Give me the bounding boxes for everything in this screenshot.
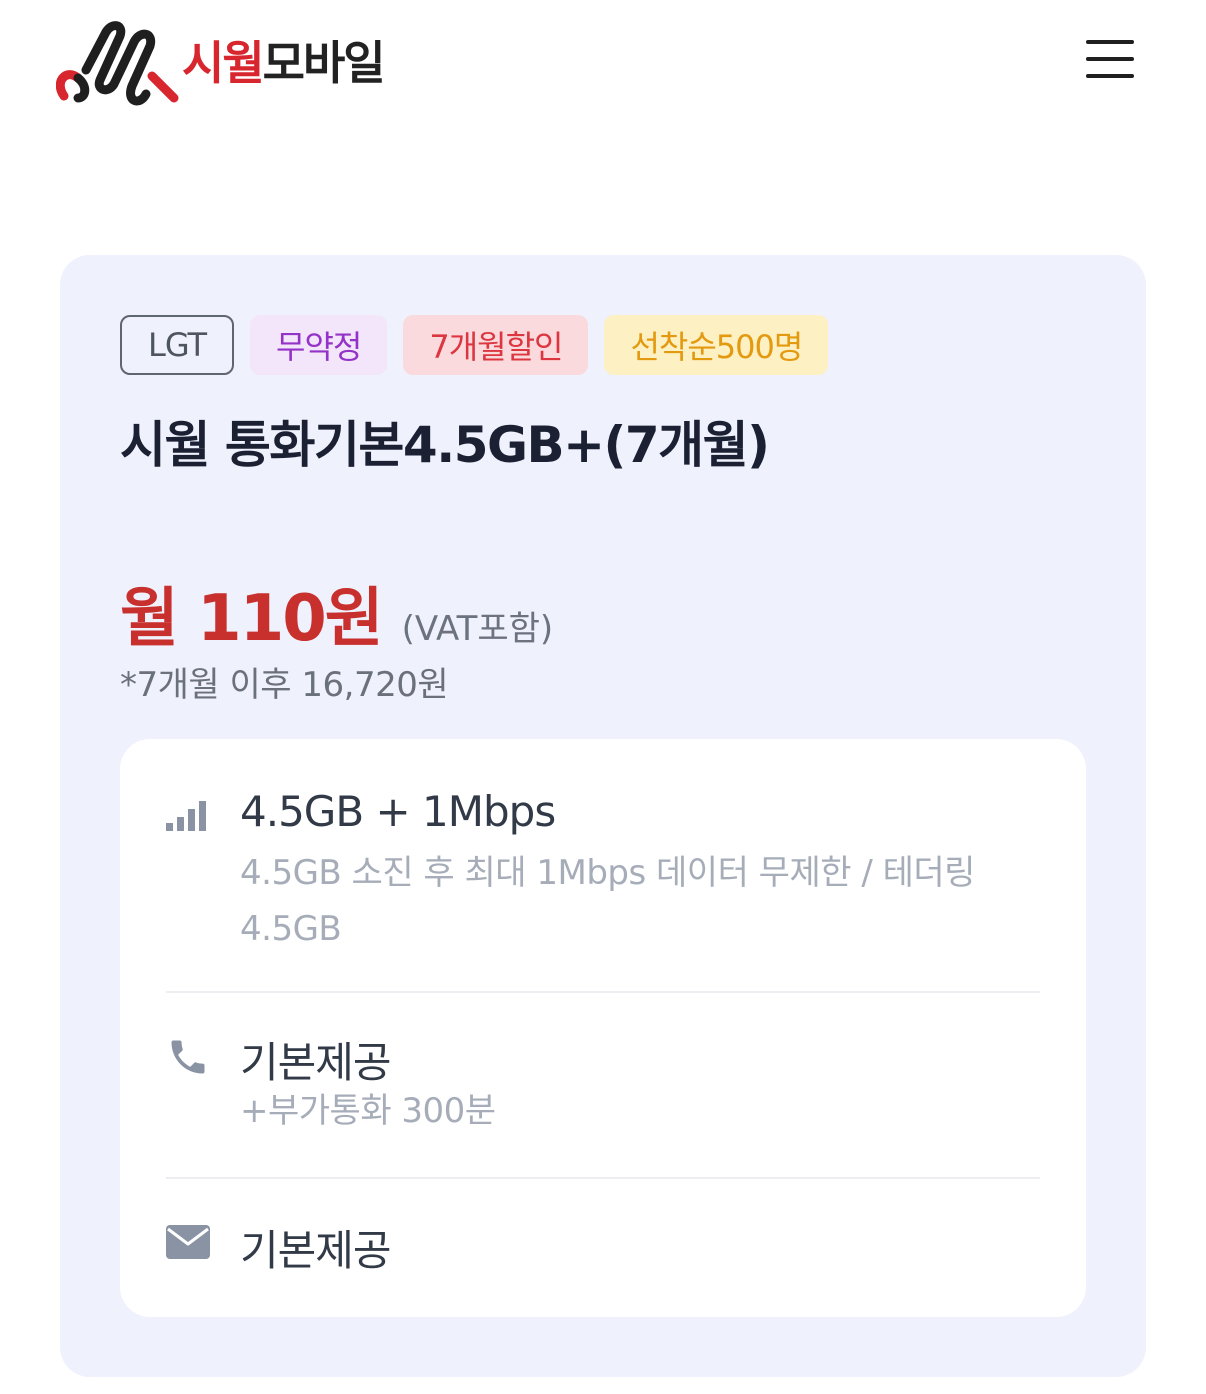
brand-name-dark: 모바일 — [262, 36, 386, 90]
after-price-note: *7개월 이후 16,720원 — [120, 665, 449, 705]
price-row: 월 110원 (VAT포함) — [120, 567, 553, 659]
envelope-icon — [166, 1225, 210, 1259]
brand-logo[interactable]: 시월모바일 — [56, 18, 386, 108]
feature-call: 기본제공 +부가통화 300분 — [166, 1029, 1040, 1149]
feature-call-title: 기본제공 — [240, 1038, 392, 1087]
menu-line — [1086, 57, 1134, 61]
tag-discount: 7개월할인 — [403, 315, 589, 375]
tag-first-come: 선착순500명 — [604, 315, 829, 375]
monthly-price: 월 110원 — [120, 582, 384, 656]
vat-note: (VAT포함) — [401, 609, 554, 649]
divider — [166, 991, 1040, 993]
feature-data: 4.5GB + 1Mbps 4.5GB 소진 후 최대 1Mbps 데이터 무제… — [166, 787, 1040, 987]
plan-tags: LGT 무약정 7개월할인 선착순500명 — [120, 315, 829, 375]
feature-data-desc: 4.5GB 소진 후 최대 1Mbps 데이터 무제한 / 테더링 4.5GB — [240, 853, 975, 949]
tag-no-contract: 무약정 — [250, 315, 388, 375]
feature-data-title: 4.5GB + 1Mbps — [240, 787, 556, 836]
menu-line — [1086, 74, 1134, 78]
menu-line — [1086, 40, 1134, 44]
divider — [166, 1177, 1040, 1179]
phone-icon — [171, 1040, 205, 1074]
site-header: 시월모바일 — [0, 0, 1206, 130]
hamburger-menu-icon[interactable] — [1082, 36, 1138, 82]
tag-carrier: LGT — [120, 315, 235, 375]
plan-features: 4.5GB + 1Mbps 4.5GB 소진 후 최대 1Mbps 데이터 무제… — [120, 739, 1086, 1317]
feature-sms: 기본제공 — [166, 1217, 1040, 1277]
plan-card[interactable]: LGT 무약정 7개월할인 선착순500명 시월 통화기본4.5GB+(7개월)… — [60, 255, 1146, 1377]
feature-call-desc: +부가통화 300분 — [240, 1091, 496, 1131]
plan-title: 시월 통화기본4.5GB+(7개월) — [120, 416, 770, 474]
feature-sms-title: 기본제공 — [240, 1226, 392, 1275]
signal-bars-icon — [166, 801, 206, 831]
brand-name: 시월모바일 — [182, 40, 386, 86]
brand-logo-icon — [56, 21, 179, 106]
brand-name-red: 시월 — [182, 36, 265, 90]
